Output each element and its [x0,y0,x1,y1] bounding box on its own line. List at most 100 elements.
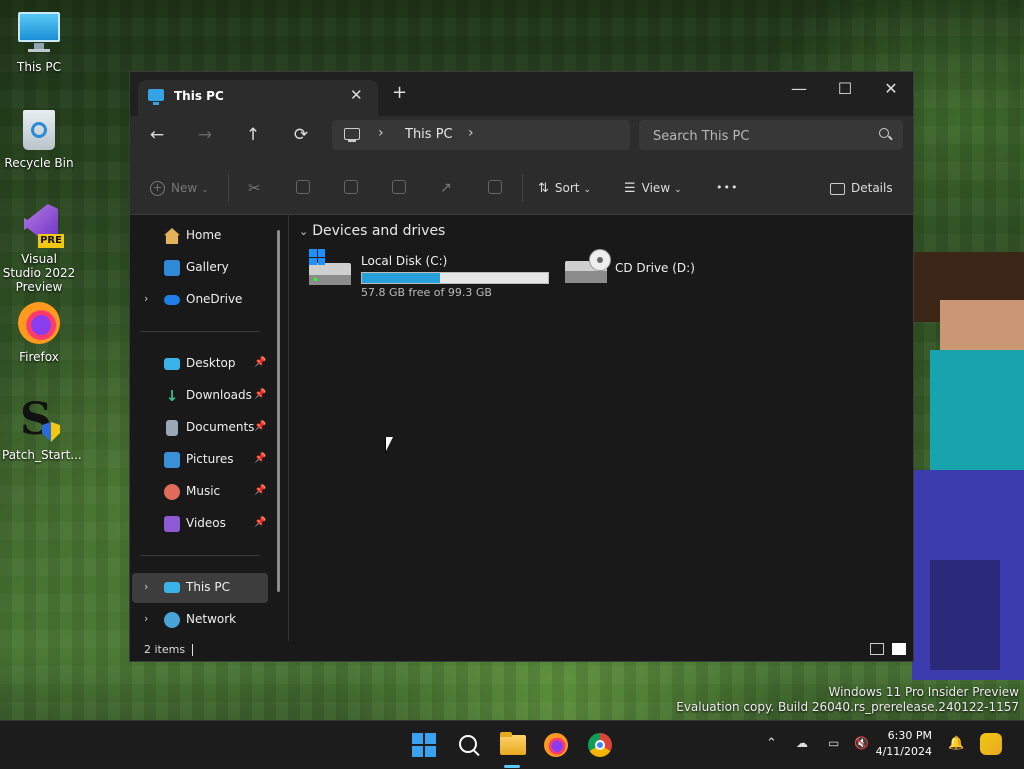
forward-button[interactable]: → [190,120,220,150]
pin-icon[interactable]: 📌 [254,453,266,464]
clock[interactable]: 6:30 PM 4/11/2024 [872,728,932,760]
sidebar-item-videos[interactable]: Videos 📌 [132,509,268,539]
desktop-icon-label: This PC [17,60,61,74]
sidebar-item-downloads[interactable]: ↓ Downloads 📌 [132,381,268,411]
view-list-icon: ☰ [624,181,636,196]
sidebar-item-network[interactable]: › Network [132,605,268,635]
sort-icon: ⇅ [538,181,549,196]
watermark-line-2: Evaluation copy. Build 26040.rs_prerelea… [676,700,1019,714]
desktop-icon-recycle-bin[interactable]: Recycle Bin [2,106,76,170]
back-button[interactable]: ← [142,120,172,150]
breadcrumb-chevron-icon[interactable]: › [468,125,474,141]
more-options-button[interactable]: ••• [716,178,738,198]
rename-button[interactable] [392,180,406,194]
drive-free-space: 57.8 GB free of 99.3 GB [361,286,492,299]
desktop-icon-patch-start[interactable]: S Patch_Start... [2,398,82,463]
new-button[interactable]: + New ⌄ [150,178,209,198]
watermark-line-1: Windows 11 Pro Insider Preview [828,685,1019,699]
firefox-icon [16,300,62,346]
drive-c[interactable]: Local Disk (C:) 57.8 GB free of 99.3 GB [309,249,559,299]
new-tab-button[interactable]: + [392,82,407,103]
pin-icon[interactable]: 📌 [254,421,266,432]
details-view-button[interactable] [870,643,884,655]
sidebar-item-music[interactable]: Music 📌 [132,477,268,507]
breadcrumb-chevron-icon[interactable]: › [378,125,384,141]
chevron-right-icon[interactable]: › [144,292,148,305]
drive-d[interactable]: CD Drive (D:) [565,249,715,295]
search-button[interactable] [452,729,484,761]
share-button[interactable]: ↗ [440,178,452,198]
visual-studio-icon: PRE [16,202,64,248]
sidebar-item-gallery[interactable]: Gallery [132,253,268,283]
title-bar[interactable]: This PC ✕ + — ☐ ✕ [130,72,913,116]
sidebar-item-home[interactable]: Home [132,221,268,251]
tab-this-pc[interactable]: This PC ✕ [138,80,378,116]
large-icons-view-button[interactable] [892,643,906,655]
view-label: View [641,181,671,195]
copilot-button[interactable] [978,731,1006,759]
pin-icon[interactable]: 📌 [254,357,266,368]
folder-icon [500,735,526,755]
new-label: New [171,181,198,195]
desktop-icon-this-pc[interactable]: This PC [2,10,76,74]
sidebar-item-this-pc[interactable]: › This PC [132,573,268,603]
up-button[interactable]: ↑ [238,120,268,150]
sidebar-item-documents[interactable]: Documents 📌 [132,413,268,443]
copy-button[interactable] [296,180,310,194]
chevron-right-icon[interactable]: › [144,612,148,625]
address-bar[interactable]: › This PC › [332,120,630,150]
download-icon: ↓ [165,387,179,405]
refresh-button[interactable]: ⟳ [286,120,316,150]
desktop-icon-label: Visual Studio 2022 Preview [2,252,76,294]
sort-button[interactable]: ⇅ Sort ⌄ [538,178,591,198]
maximize-button[interactable]: ☐ [822,74,868,104]
sidebar-scrollbar[interactable] [277,230,280,592]
document-icon [166,420,178,436]
close-button[interactable]: ✕ [868,74,914,104]
delete-button[interactable] [488,180,502,194]
drive-name: Local Disk (C:) [361,254,448,268]
search-box[interactable] [639,120,903,150]
search-input[interactable] [651,126,855,146]
sidebar-item-label: Gallery [186,260,229,274]
desktop-icon-firefox[interactable]: Firefox [2,300,76,364]
sidebar-item-onedrive[interactable]: › OneDrive [132,285,268,315]
notification-bell-icon[interactable]: 🔔 [948,736,964,751]
monitor-icon [164,582,180,593]
cloud-offline-icon[interactable]: ☁ [796,736,808,750]
chrome-taskbar-button[interactable] [584,729,616,761]
file-explorer-taskbar-button[interactable] [496,729,528,768]
content-pane: ⌄ Devices and drives Local Disk (C:) 57.8… [289,215,913,641]
devices-drives-group-header[interactable]: ⌄ Devices and drives [299,223,445,239]
sidebar-item-desktop[interactable]: Desktop 📌 [132,349,268,379]
desktop-icon-label: Recycle Bin [4,156,74,170]
status-bar: 2 items [130,641,913,661]
pin-icon[interactable]: 📌 [254,485,266,496]
start-button[interactable] [408,729,440,761]
pin-icon[interactable]: 📌 [254,389,266,400]
sidebar-item-label: Pictures [186,452,234,466]
home-icon [164,228,180,244]
disk-usage-bar [361,272,549,284]
details-button[interactable]: Details [830,178,893,198]
show-hidden-icons-button[interactable]: ⌃ [766,736,777,751]
tab-close-button[interactable]: ✕ [350,86,363,104]
sidebar-item-pictures[interactable]: Pictures 📌 [132,445,268,475]
minimize-button[interactable]: — [776,74,822,104]
chevron-right-icon[interactable]: › [144,580,148,593]
paste-button[interactable] [344,180,358,194]
view-button[interactable]: ☰ View ⌄ [624,178,682,198]
os-watermark: Windows 11 Pro Insider Preview Evaluatio… [676,685,1019,715]
sidebar-item-label: Desktop [186,356,236,370]
hard-drive-icon [309,263,351,285]
sidebar-item-label: OneDrive [186,292,243,306]
cut-button[interactable]: ✂ [248,178,261,198]
cloud-icon [164,295,180,305]
firefox-taskbar-button[interactable] [540,729,572,761]
file-explorer-window: This PC ✕ + — ☐ ✕ ← → ↑ ⟳ › This PC › + N… [129,71,914,662]
volume-muted-icon[interactable]: 🔇 [854,736,869,750]
desktop-icon-visual-studio[interactable]: PRE Visual Studio 2022 Preview [2,202,76,294]
network-status-icon[interactable]: ▭ [828,736,839,750]
pin-icon[interactable]: 📌 [254,517,266,528]
breadcrumb-this-pc[interactable]: This PC [405,127,453,142]
